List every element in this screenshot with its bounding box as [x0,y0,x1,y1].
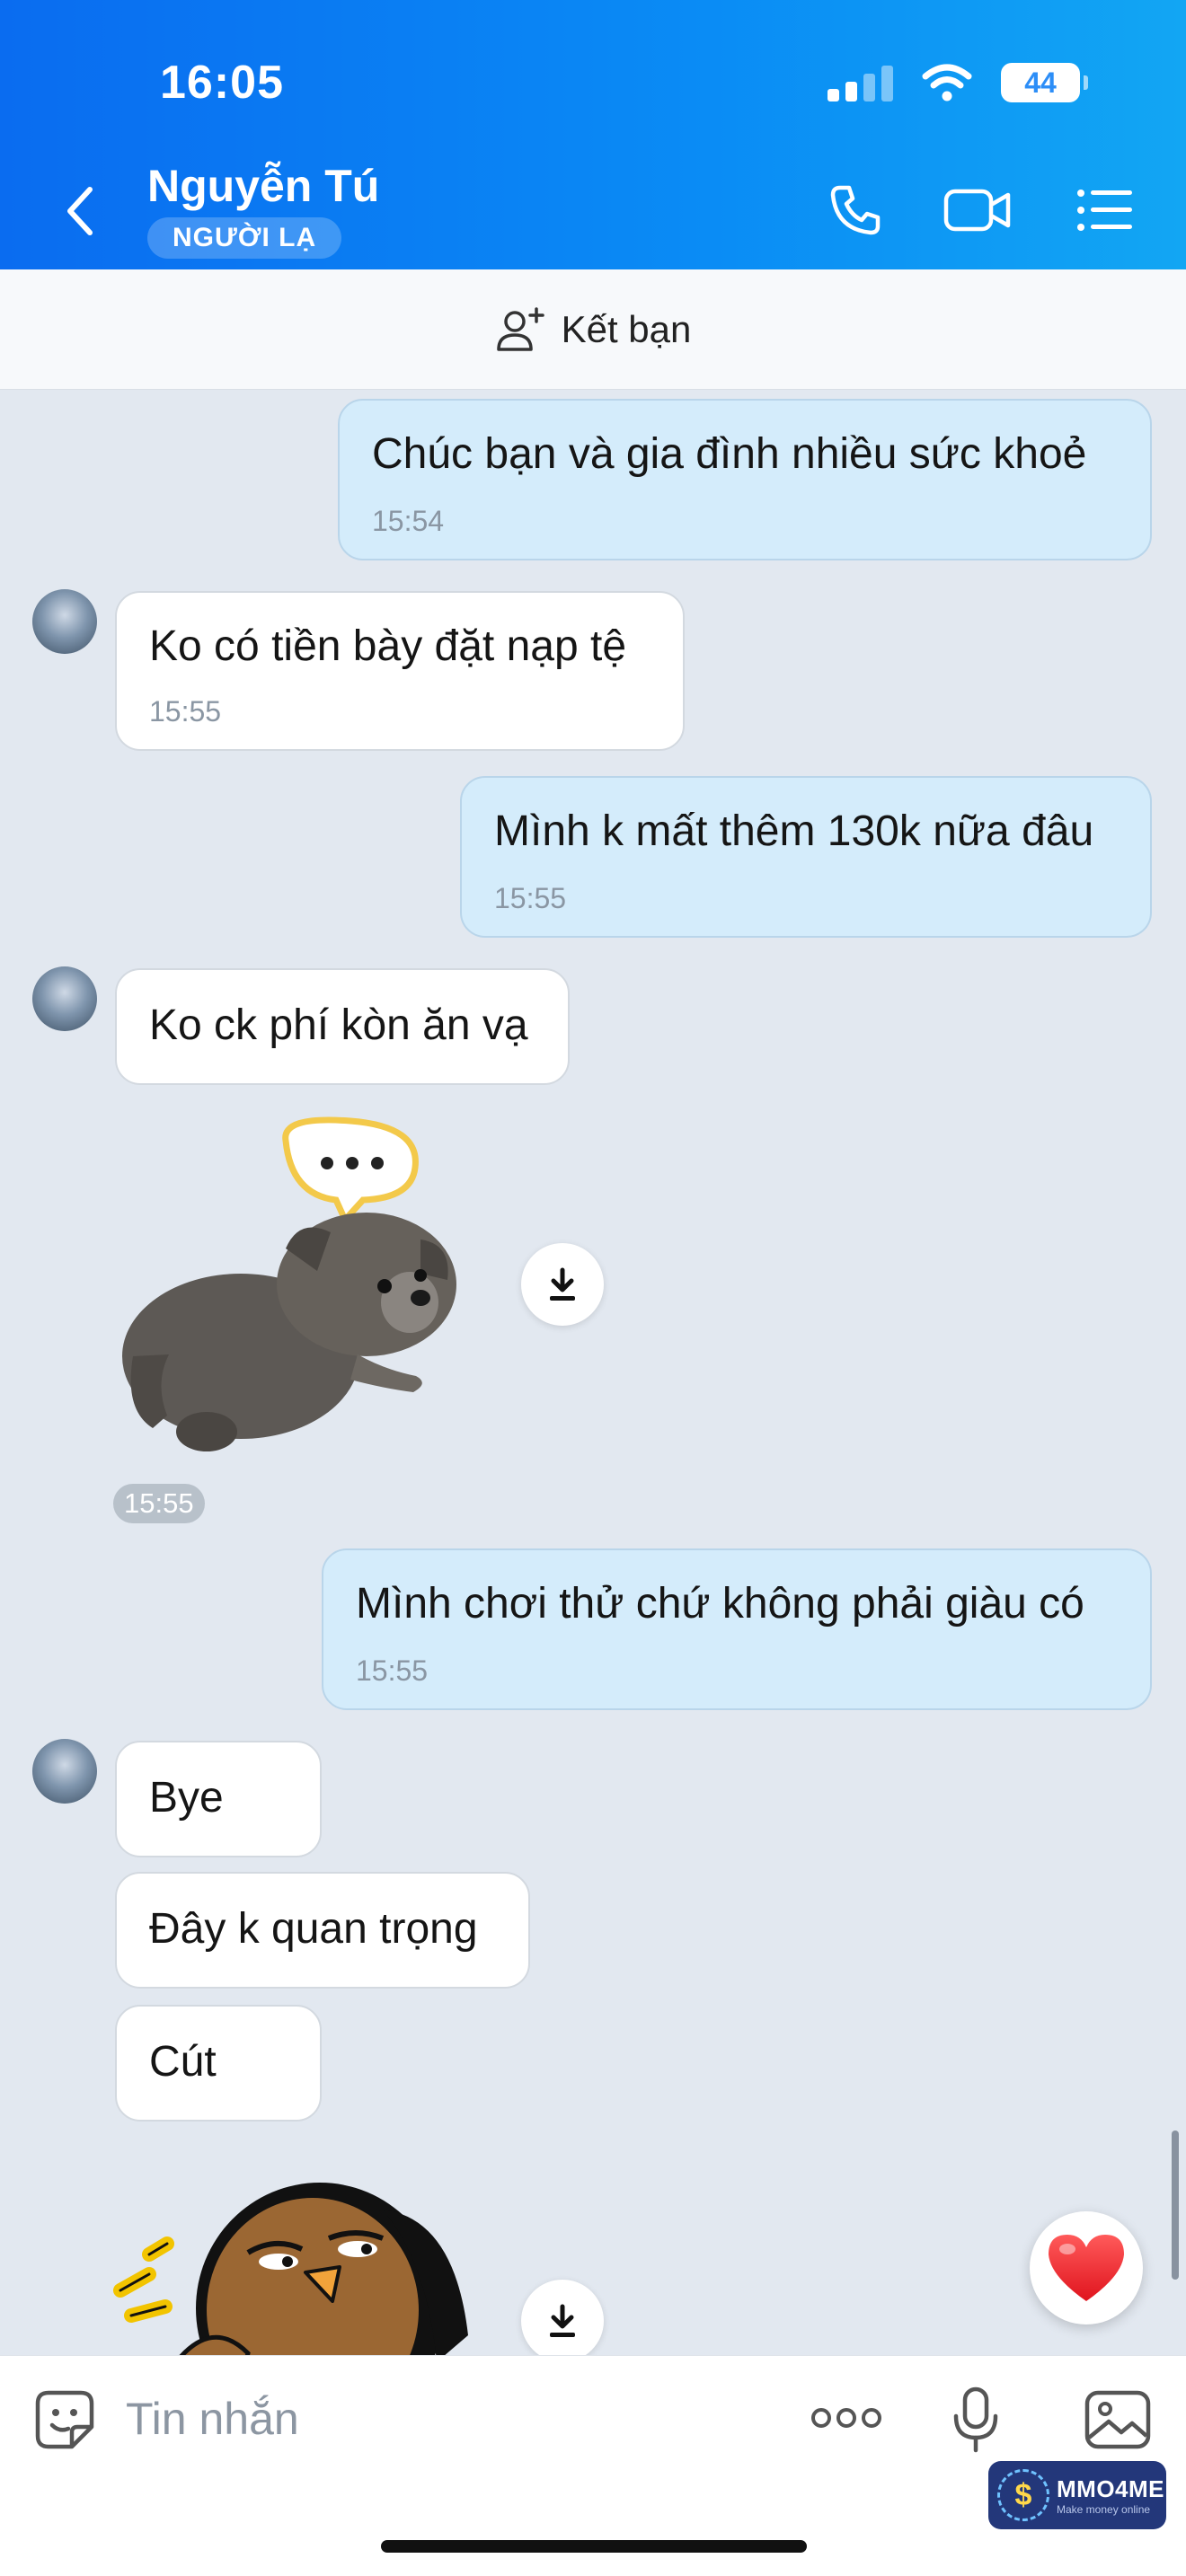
download-button[interactable] [521,2280,604,2362]
voice-message-button[interactable] [947,2382,1005,2457]
message-text: Cút [149,2038,217,2086]
more-options-button[interactable] [805,2389,888,2447]
add-friend-label: Kết bạn [561,307,692,350]
heart-icon [1049,2235,1124,2301]
chat-menu-button[interactable] [1069,178,1141,243]
download-icon [550,1267,575,1301]
cellular-signal-icon [828,64,893,101]
message-text: Đây k quan trọng [149,1905,478,1953]
message-time: 15:55 [494,882,567,914]
back-button[interactable] [52,180,106,243]
avatar[interactable] [32,589,97,654]
dog-sticker-image [122,1116,456,1451]
download-icon [550,2304,575,2337]
message-bubble-outgoing[interactable]: Mình chơi thử chứ không phải giàu có 15:… [322,1548,1152,1710]
phone-icon [830,185,881,235]
message-bubble-incoming[interactable]: Ko ck phí kòn ăn vạ [115,968,570,1085]
watermark-logo: $ MMO4ME Make money online [988,2461,1166,2529]
download-button[interactable] [521,1243,604,1326]
status-time: 16:05 [160,57,284,109]
add-friend-icon [496,306,544,351]
sticker-smile-icon [35,2390,94,2449]
video-camera-icon [943,189,1011,232]
chevron-left-icon [67,187,93,235]
react-heart-button[interactable] [1030,2211,1143,2325]
message-time: 15:55 [356,1654,429,1687]
message-time: 15:54 [372,505,445,537]
avatar[interactable] [32,966,97,1031]
list-menu-icon [1077,190,1132,231]
more-dots-icon [811,2408,881,2428]
image-gallery-icon [1084,2390,1151,2449]
message-bubble-incoming[interactable]: Cút [115,2005,322,2122]
voice-call-button[interactable] [819,178,891,243]
chat-header: 16:05 44 Nguyễn Tú NGƯỜI LẠ [0,0,1186,269]
message-bubble-outgoing[interactable]: Mình k mất thêm 130k nữa đâu 15:55 [460,776,1152,938]
home-indicator[interactable] [381,2540,807,2553]
dollar-icon: $ [997,2469,1049,2521]
message-text: Bye [149,1774,224,1822]
message-text: Ko có tiền bày đặt nạp tệ [149,622,627,670]
message-bubble-incoming[interactable]: Bye [115,1741,322,1857]
emoji-button[interactable] [29,2384,101,2456]
contact-name[interactable]: Nguyễn Tú [147,160,379,212]
battery-icon: 44 [1001,63,1088,102]
stranger-badge: NGƯỜI LẠ [147,217,342,259]
add-friend-bar[interactable]: Kết bạn [0,269,1186,390]
microphone-icon [953,2386,998,2453]
video-call-button[interactable] [942,178,1013,243]
scrollbar[interactable] [1172,2130,1179,2280]
watermark-title: MMO4ME [1057,2475,1164,2502]
image-picker-button[interactable] [1080,2384,1155,2456]
sticker-time: 15:55 [113,1484,205,1523]
message-text: Mình k mất thêm 130k nữa đâu [494,807,1094,855]
avatar[interactable] [32,1739,97,1804]
wifi-icon [922,64,972,101]
watermark-subtitle: Make money online [1057,2502,1151,2516]
message-text: Chúc bạn và gia đình nhiều sức khoẻ [372,430,1087,478]
message-bubble-incoming[interactable]: Đây k quan trọng [115,1872,530,1989]
message-text: Mình chơi thử chứ không phải giàu có [356,1580,1084,1628]
message-bubble-incoming[interactable]: Ko có tiền bày đặt nạp tệ 15:55 [115,591,685,751]
status-indicators: 44 [828,63,1088,102]
message-time: 15:55 [149,695,222,728]
sticker-dog[interactable] [115,1114,492,1473]
message-input[interactable] [126,2387,755,2450]
bird-sticker-image [113,2183,468,2355]
message-bubble-outgoing[interactable]: Chúc bạn và gia đình nhiều sức khoẻ 15:5… [338,399,1152,560]
message-text: Ko ck phí kòn ăn vạ [149,1001,528,1049]
sticker-bird[interactable] [113,2156,491,2355]
